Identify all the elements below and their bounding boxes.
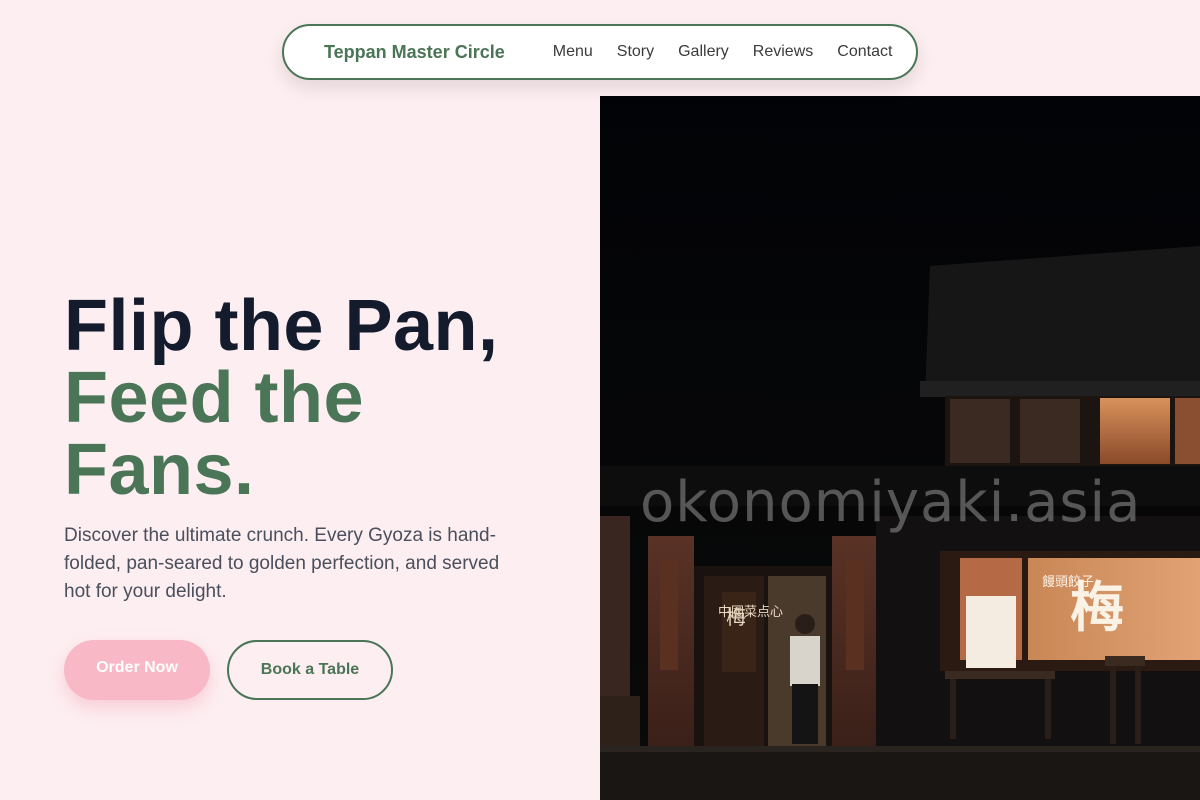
landing-page: Teppan Master Circle Menu Story Gallery … <box>0 0 1200 800</box>
curtain-side-text: 饅頭餃子 <box>1042 574 1094 590</box>
nav-link-reviews[interactable]: Reviews <box>753 43 813 61</box>
image-watermark: okonomiyaki.asia <box>640 470 1142 535</box>
brand-logo-link[interactable]: Teppan Master Circle <box>324 42 505 63</box>
hero-description: Discover the ultimate crunch. Every Gyoz… <box>64 525 500 602</box>
headline-line-2: Feed the <box>64 358 365 438</box>
nav-link-story[interactable]: Story <box>617 43 654 61</box>
hero-actions: Order Now Book a Table <box>64 640 564 700</box>
headline-line-3: Fans. <box>64 430 255 510</box>
top-navigation: Teppan Master Circle Menu Story Gallery … <box>282 24 918 80</box>
nav-link-contact[interactable]: Contact <box>837 43 892 61</box>
order-now-button[interactable]: Order Now <box>64 640 210 700</box>
door-kanji: 梅 <box>726 605 746 629</box>
nav-link-gallery[interactable]: Gallery <box>678 43 729 61</box>
restaurant-night-photo: 中國菜点心 梅 梅 饅頭餃子 okonomiyaki.asia <box>600 96 1200 800</box>
headline-line-1: Flip the Pan, <box>64 286 499 366</box>
hero-section: Flip the Pan, Feed the Fans. Discover th… <box>64 290 564 700</box>
nav-link-menu[interactable]: Menu <box>553 43 593 61</box>
nav-links: Menu Story Gallery Reviews Contact <box>553 43 893 61</box>
hero-headline: Flip the Pan, Feed the Fans. <box>64 290 564 506</box>
book-table-button[interactable]: Book a Table <box>227 640 393 700</box>
restaurant-storefront-illustration: 中國菜点心 梅 梅 饅頭餃子 <box>600 96 1200 800</box>
